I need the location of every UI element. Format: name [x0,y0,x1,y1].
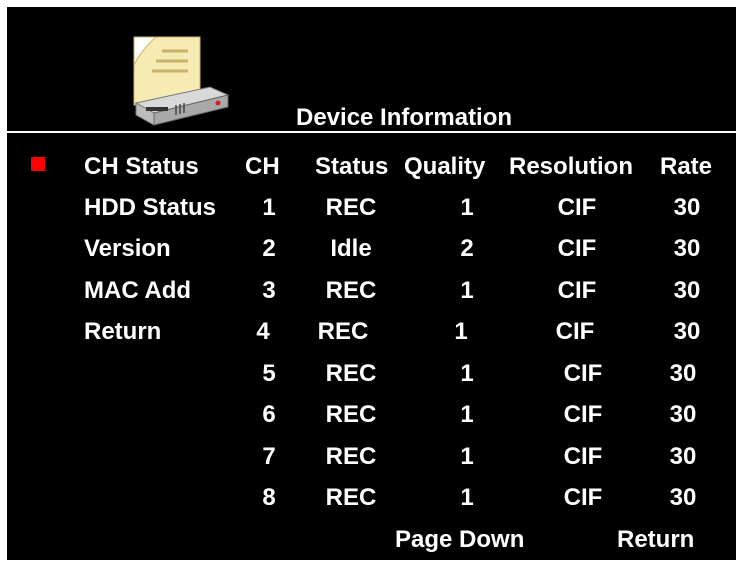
cell-quality: 1 [454,318,468,345]
cell-status: REC [325,401,377,428]
cell-status: Idle [330,235,372,262]
cell-rate: 30 [673,318,701,345]
cell-status: REC [317,318,369,345]
menu-item-return[interactable]: Return [84,318,161,346]
cell-status: REC [325,360,377,387]
cell-ch: 5 [262,360,276,387]
menu-item-ch-status[interactable]: CH Status [84,153,199,181]
cell-resolution: CIF [555,318,595,345]
column-header-quality: Quality [404,153,486,180]
cell-quality: 1 [460,277,474,304]
column-header-resolution: Resolution [509,153,633,180]
cell-quality: 1 [460,484,474,511]
cell-ch: 2 [262,235,276,262]
return-button[interactable]: Return [617,526,694,554]
cell-status: REC [325,443,377,470]
cell-resolution: CIF [563,401,603,428]
cell-rate: 30 [673,194,701,221]
cell-ch: 4 [256,318,270,345]
cell-resolution: CIF [557,235,597,262]
page-down-button[interactable]: Page Down [395,526,524,554]
cell-quality: 1 [460,360,474,387]
header-divider [7,131,736,133]
cell-rate: 30 [669,360,697,387]
cell-resolution: CIF [557,194,597,221]
cell-rate: 30 [669,443,697,470]
cell-ch: 3 [262,277,276,304]
column-header-rate: Rate [660,153,713,180]
menu-item-version[interactable]: Version [84,235,171,263]
menu-item-mac-add[interactable]: MAC Add [84,277,191,305]
cell-status: REC [325,194,377,221]
column-header-status: Status [315,153,389,180]
cell-rate: 30 [669,484,697,511]
cell-resolution: CIF [563,360,603,387]
cell-quality: 1 [460,194,474,221]
cell-quality: 2 [460,235,474,262]
cell-resolution: CIF [563,443,603,470]
menu-item-hdd-status[interactable]: HDD Status [84,194,216,222]
cell-quality: 1 [460,443,474,470]
column-header-ch: CH [245,153,280,180]
cell-resolution: CIF [563,484,603,511]
selection-marker-icon [31,157,45,171]
cell-status: REC [325,277,377,304]
cell-ch: 7 [262,443,276,470]
cell-rate: 30 [673,235,701,262]
cell-ch: 6 [262,401,276,428]
cell-quality: 1 [460,401,474,428]
cell-status: REC [325,484,377,511]
page-title: Device Information [296,104,513,131]
cell-ch: 8 [262,484,276,511]
cell-rate: 30 [669,401,697,428]
cell-ch: 1 [262,194,276,221]
cell-rate: 30 [673,277,701,304]
device-info-screen: Device Information CH Status HDD Status … [7,7,736,560]
device-info-icon [122,35,234,129]
cell-resolution: CIF [557,277,597,304]
